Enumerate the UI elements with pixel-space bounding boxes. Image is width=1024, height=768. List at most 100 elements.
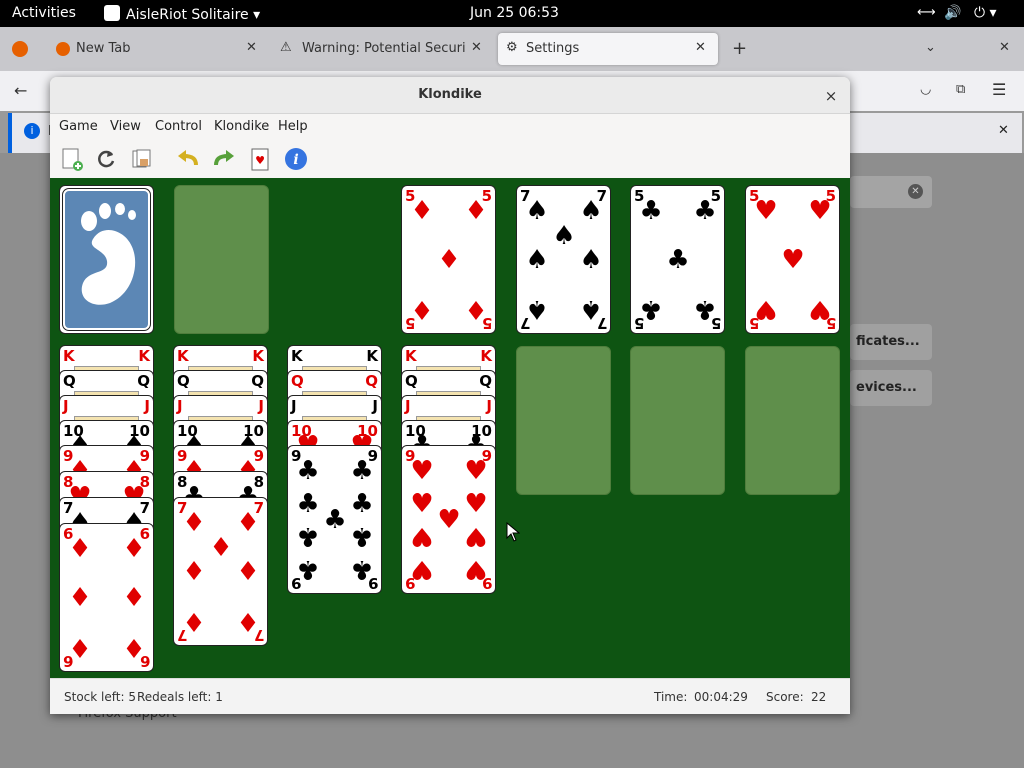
extensions-icon[interactable]: ⧉ [956, 82, 965, 97]
tab-label: Warning: Potential Security Ri [302, 41, 466, 56]
card-rank: Q [177, 372, 190, 390]
suit-pip: ♣ [296, 489, 320, 519]
stock-pile[interactable] [59, 185, 154, 334]
menu-help[interactable]: Help [278, 119, 308, 134]
card-rank: J [258, 397, 264, 415]
close-window-icon[interactable]: ✕ [999, 40, 1010, 55]
foundation-card[interactable]: 5 5 5 5 ♣ ♣ ♣ ♣ ♣ [630, 185, 725, 334]
volume-icon[interactable]: 🔊 [944, 5, 961, 21]
suit-pip: ♦ [236, 606, 260, 636]
warning-icon: ⚠ [280, 40, 292, 55]
power-icon[interactable]: ⏻ ▾ [974, 5, 997, 21]
tab-new-tab[interactable]: New Tab ✕ [44, 33, 268, 65]
activities-button[interactable]: Activities [12, 5, 76, 21]
tableau-empty-slot[interactable] [630, 346, 725, 495]
stock-left: Stock left: 5 [64, 690, 136, 704]
close-icon[interactable]: ✕ [695, 40, 706, 55]
suit-pip: ♦ [410, 196, 434, 226]
title-bar[interactable]: Klondike × [50, 77, 850, 114]
app-menu[interactable]: AisleRiot Solitaire ▾ [104, 5, 260, 23]
network-icon[interactable]: ⟷ [917, 5, 936, 20]
info-icon: i [24, 123, 40, 139]
menu-game[interactable]: Game [59, 119, 98, 134]
new-game-icon[interactable] [58, 145, 86, 173]
tableau-empty-slot[interactable] [516, 346, 611, 495]
suit-pip: ♠ [579, 196, 603, 226]
select-game-icon[interactable] [128, 145, 156, 173]
suit-pip: ♣ [693, 196, 717, 226]
suit-pip: ♠ [525, 196, 549, 226]
close-icon[interactable]: ✕ [998, 123, 1009, 138]
restart-icon[interactable] [92, 145, 120, 173]
waste-pile[interactable] [174, 185, 269, 334]
info-icon[interactable]: i [282, 145, 310, 173]
suit-pip: ♥ [464, 521, 488, 551]
tab-label: Settings [526, 41, 580, 56]
suit-pip: ♠ [579, 294, 603, 324]
foundation-card[interactable]: 5 5 5 5 ♥ ♥ ♥ ♥ ♥ [745, 185, 840, 334]
undo-icon[interactable] [174, 145, 202, 173]
suit-pip: ♥ [808, 294, 832, 324]
card-rank: K [366, 347, 378, 365]
foundation-card[interactable]: 7 7 7 7 ♠ ♠ ♠ ♠ ♠ ♠ ♠ [516, 185, 611, 334]
suit-pip: ♦ [68, 632, 92, 662]
suit-pip: ♣ [693, 294, 717, 324]
deal-icon[interactable]: ♥ [246, 145, 274, 173]
tableau-card[interactable]: 9 9 9 9 ♣ ♣ ♣ ♣ ♣ ♣ ♣ ♣ ♣ [287, 445, 382, 594]
tab-label: New Tab [76, 41, 131, 56]
close-icon[interactable]: × [820, 85, 842, 107]
suit-pip: ♦ [68, 583, 92, 613]
search-field[interactable]: ✕ [850, 176, 932, 208]
foundation-card[interactable]: 5 5 5 5 ♦ ♦ ♦ ♦ ♦ [401, 185, 496, 334]
suit-pip: ♣ [639, 196, 663, 226]
redo-icon[interactable] [210, 145, 238, 173]
close-icon[interactable]: ✕ [246, 40, 257, 55]
tab-security-warning[interactable]: ⚠ Warning: Potential Security Ri ✕ [272, 33, 492, 65]
pocket-icon[interactable]: ◡ [920, 82, 931, 97]
suit-pip: ♠ [579, 245, 603, 275]
tab-settings[interactable]: ⚙ Settings ✕ [498, 33, 718, 65]
card-rank: J [291, 397, 297, 415]
time-label: Time: [654, 690, 688, 704]
suit-pip: ♦ [236, 508, 260, 538]
new-tab-button[interactable]: + [732, 38, 747, 59]
tableau-empty-slot[interactable] [745, 346, 840, 495]
suit-pip: ♣ [350, 489, 374, 519]
suit-pip: ♦ [122, 534, 146, 564]
tableau-card[interactable]: 6 6 6 6 ♦ ♦ ♦ ♦ ♦ ♦ [59, 523, 154, 672]
menu-view[interactable]: View [110, 119, 141, 134]
firefox-icon[interactable] [12, 41, 28, 57]
menu-control[interactable]: Control [155, 119, 202, 134]
button-label: evices... [856, 380, 917, 395]
suit-pip: ♦ [209, 533, 233, 563]
menu-klondike[interactable]: Klondike [214, 119, 269, 134]
tableau-card[interactable]: 9 9 9 9 ♥ ♥ ♥ ♥ ♥ ♥ ♥ ♥ ♥ [401, 445, 496, 594]
certificates-button[interactable]: ficates... [850, 324, 932, 360]
svg-text:♥: ♥ [255, 154, 265, 167]
card-rank: K [177, 347, 189, 365]
suit-pip: ♥ [464, 554, 488, 584]
clock[interactable]: Jun 25 06:53 [470, 5, 559, 21]
devices-button[interactable]: evices... [850, 370, 932, 406]
clear-search-icon[interactable]: ✕ [908, 184, 923, 199]
suit-pip: ♥ [410, 456, 434, 486]
status-bar: Stock left: 5 Redeals left: 1 Time: 00:0… [50, 678, 850, 714]
suit-pip: ♣ [350, 521, 374, 551]
menu-icon[interactable]: ☰ [992, 80, 1006, 99]
gnome-foot-icon [81, 203, 136, 305]
tab-list-icon[interactable]: ⌄ [925, 40, 936, 55]
card-rank: Q [479, 372, 492, 390]
game-board[interactable]: 5 5 5 5 ♦ ♦ ♦ ♦ ♦ 7 7 7 7 ♠ ♠ ♠ ♠ ♠ ♠ ♠ 5 5 5 5 ♣ ♣ ♣ ♣ ♣ 5 5 5 5 ♥ ♥ ♥ ♥ ♥ K K… [50, 178, 850, 678]
back-icon[interactable]: ← [14, 81, 27, 100]
gear-icon: ⚙ [506, 40, 518, 55]
card-rank: K [405, 347, 417, 365]
card-rank: J [372, 397, 378, 415]
score-value: 22 [811, 690, 827, 704]
suit-pip: ♠ [552, 221, 576, 251]
tableau-card[interactable]: 7 7 7 7 ♦ ♦ ♦ ♦ ♦ ♦ ♦ [173, 497, 268, 646]
suit-pip: ♦ [68, 534, 92, 564]
suit-pip: ♥ [410, 489, 434, 519]
close-icon[interactable]: ✕ [471, 40, 482, 55]
suit-pip: ♥ [781, 245, 805, 275]
card-rank: Q [365, 372, 378, 390]
